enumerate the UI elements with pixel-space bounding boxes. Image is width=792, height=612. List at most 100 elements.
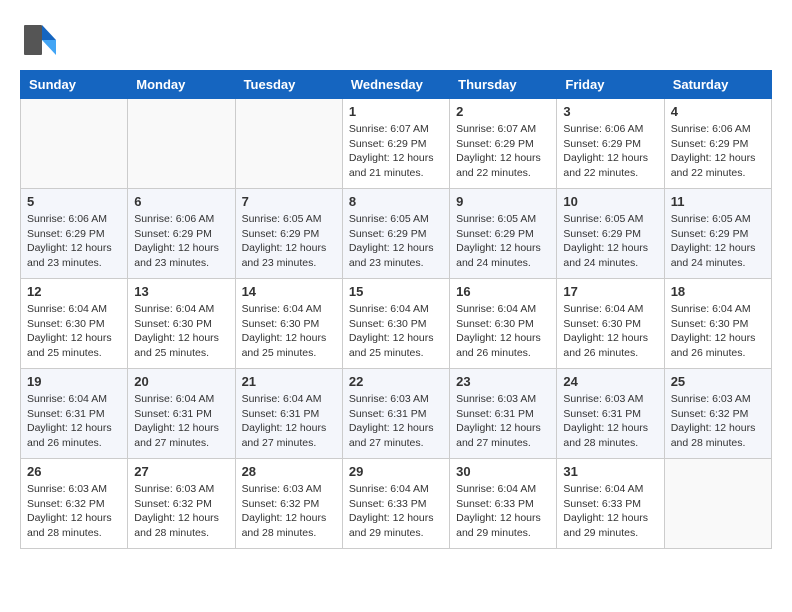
calendar-header: SundayMondayTuesdayWednesdayThursdayFrid… (21, 71, 772, 99)
day-info: Sunrise: 6:06 AM Sunset: 6:29 PM Dayligh… (563, 122, 657, 181)
day-info: Sunrise: 6:04 AM Sunset: 6:30 PM Dayligh… (563, 302, 657, 361)
day-info: Sunrise: 6:05 AM Sunset: 6:29 PM Dayligh… (671, 212, 765, 271)
day-info: Sunrise: 6:04 AM Sunset: 6:33 PM Dayligh… (563, 482, 657, 541)
day-number: 13 (134, 284, 228, 299)
day-info: Sunrise: 6:04 AM Sunset: 6:31 PM Dayligh… (27, 392, 121, 451)
day-info: Sunrise: 6:06 AM Sunset: 6:29 PM Dayligh… (671, 122, 765, 181)
calendar-cell: 11 Sunrise: 6:05 AM Sunset: 6:29 PM Dayli… (664, 189, 771, 279)
day-info: Sunrise: 6:03 AM Sunset: 6:31 PM Dayligh… (456, 392, 550, 451)
day-info: Sunrise: 6:05 AM Sunset: 6:29 PM Dayligh… (563, 212, 657, 271)
calendar-cell: 31 Sunrise: 6:04 AM Sunset: 6:33 PM Dayli… (557, 459, 664, 549)
day-info: Sunrise: 6:07 AM Sunset: 6:29 PM Dayligh… (349, 122, 443, 181)
calendar-cell: 26 Sunrise: 6:03 AM Sunset: 6:32 PM Dayli… (21, 459, 128, 549)
calendar-cell: 25 Sunrise: 6:03 AM Sunset: 6:32 PM Dayli… (664, 369, 771, 459)
day-number: 31 (563, 464, 657, 479)
day-info: Sunrise: 6:04 AM Sunset: 6:30 PM Dayligh… (456, 302, 550, 361)
day-number: 11 (671, 194, 765, 209)
calendar-cell: 24Sunrise: 6:03 AM Sunset: 6:31 PM Dayli… (557, 369, 664, 459)
day-info: Sunrise: 6:03 AM Sunset: 6:31 PM Dayligh… (349, 392, 443, 451)
day-number: 14 (242, 284, 336, 299)
week-row-4: 19Sunrise: 6:04 AM Sunset: 6:31 PM Dayli… (21, 369, 772, 459)
day-header-tuesday: Tuesday (235, 71, 342, 99)
day-number: 2 (456, 104, 550, 119)
day-header-monday: Monday (128, 71, 235, 99)
day-number: 4 (671, 104, 765, 119)
day-info: Sunrise: 6:04 AM Sunset: 6:33 PM Dayligh… (456, 482, 550, 541)
calendar-cell: 18Sunrise: 6:04 AM Sunset: 6:30 PM Dayli… (664, 279, 771, 369)
day-number: 5 (27, 194, 121, 209)
calendar-cell: 17 Sunrise: 6:04 AM Sunset: 6:30 PM Dayli… (557, 279, 664, 369)
calendar-cell: 21 Sunrise: 6:04 AM Sunset: 6:31 PM Dayli… (235, 369, 342, 459)
day-number: 16 (456, 284, 550, 299)
calendar-cell: 4 Sunrise: 6:06 AM Sunset: 6:29 PM Daylig… (664, 99, 771, 189)
day-header-sunday: Sunday (21, 71, 128, 99)
week-row-2: 5 Sunrise: 6:06 AM Sunset: 6:29 PM Daylig… (21, 189, 772, 279)
calendar-cell (21, 99, 128, 189)
day-info: Sunrise: 6:07 AM Sunset: 6:29 PM Dayligh… (456, 122, 550, 181)
calendar-cell: 30 Sunrise: 6:04 AM Sunset: 6:33 PM Dayli… (450, 459, 557, 549)
day-header-saturday: Saturday (664, 71, 771, 99)
day-info: Sunrise: 6:04 AM Sunset: 6:31 PM Dayligh… (134, 392, 228, 451)
calendar-cell: 14Sunrise: 6:04 AM Sunset: 6:30 PM Dayli… (235, 279, 342, 369)
calendar-cell: 6Sunrise: 6:06 AM Sunset: 6:29 PM Daylig… (128, 189, 235, 279)
header-row: SundayMondayTuesdayWednesdayThursdayFrid… (21, 71, 772, 99)
calendar-cell (664, 459, 771, 549)
page-header (20, 20, 772, 60)
calendar-cell: 10 Sunrise: 6:05 AM Sunset: 6:29 PM Dayli… (557, 189, 664, 279)
calendar-cell: 13 Sunrise: 6:04 AM Sunset: 6:30 PM Dayli… (128, 279, 235, 369)
calendar-cell: 16 Sunrise: 6:04 AM Sunset: 6:30 PM Dayli… (450, 279, 557, 369)
calendar-cell: 8 Sunrise: 6:05 AM Sunset: 6:29 PM Daylig… (342, 189, 449, 279)
day-header-wednesday: Wednesday (342, 71, 449, 99)
day-info: Sunrise: 6:06 AM Sunset: 6:29 PM Dayligh… (27, 212, 121, 271)
calendar-cell: 1Sunrise: 6:07 AM Sunset: 6:29 PM Daylig… (342, 99, 449, 189)
day-info: Sunrise: 6:05 AM Sunset: 6:29 PM Dayligh… (242, 212, 336, 271)
week-row-3: 12Sunrise: 6:04 AM Sunset: 6:30 PM Dayli… (21, 279, 772, 369)
day-info: Sunrise: 6:04 AM Sunset: 6:30 PM Dayligh… (27, 302, 121, 361)
day-info: Sunrise: 6:03 AM Sunset: 6:32 PM Dayligh… (242, 482, 336, 541)
day-number: 30 (456, 464, 550, 479)
calendar-cell: 12Sunrise: 6:04 AM Sunset: 6:30 PM Dayli… (21, 279, 128, 369)
day-number: 3 (563, 104, 657, 119)
calendar-cell: 29 Sunrise: 6:04 AM Sunset: 6:33 PM Dayli… (342, 459, 449, 549)
day-number: 20 (134, 374, 228, 389)
day-number: 7 (242, 194, 336, 209)
day-number: 23 (456, 374, 550, 389)
calendar-body: 1Sunrise: 6:07 AM Sunset: 6:29 PM Daylig… (21, 99, 772, 549)
day-number: 15 (349, 284, 443, 299)
day-info: Sunrise: 6:05 AM Sunset: 6:29 PM Dayligh… (349, 212, 443, 271)
calendar-cell: 5 Sunrise: 6:06 AM Sunset: 6:29 PM Daylig… (21, 189, 128, 279)
day-number: 9 (456, 194, 550, 209)
day-info: Sunrise: 6:04 AM Sunset: 6:33 PM Dayligh… (349, 482, 443, 541)
day-number: 17 (563, 284, 657, 299)
day-header-thursday: Thursday (450, 71, 557, 99)
calendar-cell (128, 99, 235, 189)
day-number: 26 (27, 464, 121, 479)
day-header-friday: Friday (557, 71, 664, 99)
day-number: 29 (349, 464, 443, 479)
day-info: Sunrise: 6:04 AM Sunset: 6:30 PM Dayligh… (134, 302, 228, 361)
logo-icon (20, 20, 60, 60)
day-number: 28 (242, 464, 336, 479)
day-number: 18 (671, 284, 765, 299)
day-info: Sunrise: 6:03 AM Sunset: 6:32 PM Dayligh… (27, 482, 121, 541)
calendar-cell: 15Sunrise: 6:04 AM Sunset: 6:30 PM Dayli… (342, 279, 449, 369)
day-info: Sunrise: 6:03 AM Sunset: 6:32 PM Dayligh… (671, 392, 765, 451)
calendar-cell: 7 Sunrise: 6:05 AM Sunset: 6:29 PM Daylig… (235, 189, 342, 279)
day-number: 24 (563, 374, 657, 389)
day-number: 21 (242, 374, 336, 389)
calendar-cell (235, 99, 342, 189)
calendar-cell: 22 Sunrise: 6:03 AM Sunset: 6:31 PM Dayli… (342, 369, 449, 459)
calendar-cell: 28 Sunrise: 6:03 AM Sunset: 6:32 PM Dayli… (235, 459, 342, 549)
day-number: 27 (134, 464, 228, 479)
day-number: 8 (349, 194, 443, 209)
day-number: 25 (671, 374, 765, 389)
day-info: Sunrise: 6:06 AM Sunset: 6:29 PM Dayligh… (134, 212, 228, 271)
day-info: Sunrise: 6:05 AM Sunset: 6:29 PM Dayligh… (456, 212, 550, 271)
calendar-cell: 19Sunrise: 6:04 AM Sunset: 6:31 PM Dayli… (21, 369, 128, 459)
calendar-cell: 2 Sunrise: 6:07 AM Sunset: 6:29 PM Daylig… (450, 99, 557, 189)
day-number: 10 (563, 194, 657, 209)
day-info: Sunrise: 6:04 AM Sunset: 6:31 PM Dayligh… (242, 392, 336, 451)
calendar-table: SundayMondayTuesdayWednesdayThursdayFrid… (20, 70, 772, 549)
day-number: 22 (349, 374, 443, 389)
calendar-cell: 3 Sunrise: 6:06 AM Sunset: 6:29 PM Daylig… (557, 99, 664, 189)
